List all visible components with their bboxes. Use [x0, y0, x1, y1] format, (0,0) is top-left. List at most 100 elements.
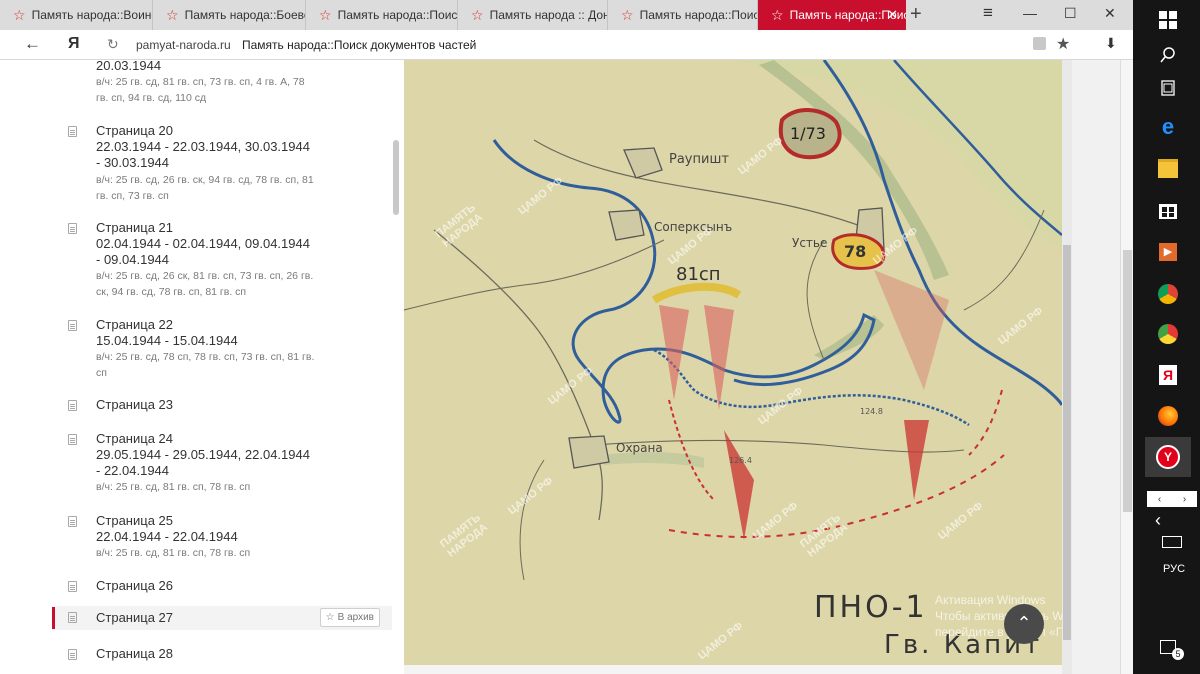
minimize-button[interactable]: —	[1023, 5, 1037, 21]
star-icon: ☆	[325, 612, 335, 623]
language-indicator[interactable]: РУС	[1163, 563, 1185, 575]
list-item[interactable]: Страница 20 22.03.1944 - 22.03.1944, 30.…	[52, 123, 392, 203]
page-title: Страница 20	[96, 123, 173, 138]
map-label-unit-78: 78	[844, 242, 867, 261]
tab-bar: ☆ Память народа::Воинск ☆ Память народа::Б…	[0, 0, 1133, 30]
show-hidden-icons-chevron[interactable]: ‹	[1155, 510, 1161, 531]
close-tab-icon[interactable]: ✕	[887, 7, 898, 23]
main-scrollbar-thumb[interactable]	[1063, 245, 1071, 640]
page-title: Страница 25	[96, 513, 173, 528]
document-icon	[68, 434, 77, 445]
tab-1[interactable]: ☆ Память народа::Воинск	[0, 0, 153, 30]
map-label-raupisht: Раупишт	[669, 152, 729, 167]
taskbar-app-explorer[interactable]	[1145, 148, 1191, 188]
url-domain[interactable]: pamyat-naroda.ru	[136, 38, 231, 52]
keyboard-icon[interactable]	[1162, 536, 1182, 548]
start-button[interactable]	[1145, 0, 1191, 40]
yandex-logo[interactable]: Я	[68, 35, 80, 53]
back-button[interactable]: ←	[24, 34, 41, 54]
document-icon	[68, 612, 77, 623]
map-label-soperksyn: Соперксынъ	[654, 220, 733, 234]
tab-4[interactable]: ☆ Память народа :: Доне	[458, 0, 608, 30]
store-icon	[1159, 204, 1177, 219]
taskbar-app-chromium[interactable]	[1145, 314, 1191, 354]
scroll-to-top-button[interactable]: ⌃	[1004, 604, 1044, 644]
document-icon	[68, 126, 77, 137]
page-title: Страница 28	[96, 646, 173, 661]
page-units: в/ч: 25 гв. сд, 26 гв. ск, 94 гв. сд, 78…	[96, 174, 314, 202]
new-tab-button[interactable]: +	[910, 3, 922, 26]
page-title: Страница 26	[96, 578, 173, 593]
tray-scroll-arrows[interactable]: ‹ ›	[1147, 491, 1197, 507]
list-item-selected[interactable]: Страница 27 ☆ В архив	[52, 606, 392, 630]
taskbar-app-store[interactable]	[1145, 190, 1191, 230]
page-dates: 20.03.1944	[96, 60, 162, 73]
task-view-button[interactable]	[1145, 68, 1191, 108]
list-item[interactable]: Страница 22 15.04.1944 - 15.04.1944 в/ч:…	[52, 317, 392, 381]
windows-logo-icon	[1159, 11, 1177, 29]
page-dates: 22.03.1944 - 22.03.1944, 30.03.1944 - 30…	[96, 139, 310, 170]
chromium-icon	[1158, 324, 1178, 344]
document-page-list: 20.03.1944 в/ч: 25 гв. сд, 81 гв. сп, 73…	[0, 60, 404, 674]
maximize-button[interactable]: ☐	[1064, 5, 1077, 22]
page-units: в/ч: 25 гв. сд, 81 гв. сп, 78 гв. сп	[96, 547, 251, 559]
taskbar-app-firefox[interactable]	[1145, 396, 1191, 436]
map-label-ustye: Устье	[792, 236, 828, 250]
page-dates: 22.04.1944 - 22.04.1944	[96, 529, 238, 544]
document-icon	[68, 516, 77, 527]
taskbar-app-yandex-browser[interactable]: Y	[1145, 437, 1191, 477]
chevron-right-icon[interactable]: ›	[1183, 494, 1186, 505]
taskbar-app-video[interactable]: ▶	[1145, 232, 1191, 272]
star-icon: ☆	[471, 6, 484, 23]
close-window-button[interactable]: ✕	[1104, 5, 1116, 22]
page-title: Страница 24	[96, 431, 173, 446]
document-icon	[68, 581, 77, 592]
list-item[interactable]: Страница 24 29.05.1944 - 29.05.1944, 22.…	[52, 431, 392, 495]
star-icon: ☆	[319, 6, 332, 23]
tab-5[interactable]: ☆ Память народа::Поиск	[608, 0, 758, 30]
map-label-okhrana: Охрана	[616, 441, 663, 455]
task-view-icon	[1161, 80, 1175, 96]
document-icon	[68, 649, 77, 660]
page-bottom-strip	[404, 665, 1062, 674]
search-icon	[1160, 47, 1175, 63]
list-item[interactable]: Страница 21 02.04.1944 - 02.04.1944, 09.…	[52, 220, 392, 300]
add-to-archive-button[interactable]: ☆ В архив	[319, 608, 380, 627]
taskbar-app-edge[interactable]: e	[1145, 107, 1191, 147]
list-item[interactable]: Страница 25 22.04.1944 - 22.04.1944 в/ч:…	[52, 513, 392, 563]
lock-icon[interactable]	[1033, 37, 1046, 50]
selection-indicator	[52, 607, 55, 629]
page-units: в/ч: 25 гв. сд, 81 гв. сп, 78 гв. сп	[96, 481, 251, 493]
map-label-height-1: 124.8	[860, 407, 883, 416]
page-units: в/ч: 25 гв. сд, 78 сп, 78 гв. сп, 73 гв.…	[96, 351, 315, 379]
folder-icon	[1158, 158, 1178, 178]
yandex-browser-icon: Y	[1156, 445, 1180, 469]
document-icon	[68, 400, 77, 411]
tab-3[interactable]: ☆ Память народа::Поиск	[306, 0, 458, 30]
side-panel-scroll-thumb[interactable]	[1123, 250, 1132, 512]
map-label-unit-81: 81сп	[676, 264, 721, 285]
sidebar-scrollbar[interactable]	[393, 140, 399, 215]
list-item[interactable]: 20.03.1944 в/ч: 25 гв. сд, 81 гв. сп, 73…	[52, 60, 392, 108]
page-title: Страница 23	[96, 397, 173, 412]
reload-icon[interactable]: ↻	[107, 36, 119, 53]
tab-2[interactable]: ☆ Память народа::Боевое	[153, 0, 306, 30]
chevron-left-icon[interactable]: ‹	[1158, 494, 1161, 505]
page-title: Страница 27	[96, 610, 173, 625]
map-label-height-2: 126.4	[729, 456, 752, 465]
taskbar-app-yandex[interactable]: Я	[1145, 355, 1191, 395]
map-doc-code: ПНО-1	[814, 590, 928, 625]
taskbar-app-chrome[interactable]	[1145, 274, 1191, 314]
tab-active[interactable]: ☆ Память народа::Поис ✕	[758, 0, 906, 30]
list-item[interactable]: Страница 28	[52, 646, 392, 666]
list-item[interactable]: Страница 26	[52, 578, 392, 598]
page-units: в/ч: 25 гв. сд, 81 гв. сп, 73 гв. сп, 4 …	[96, 76, 305, 104]
menu-icon[interactable]: ≡	[983, 3, 993, 23]
url-page-title[interactable]: Память народа::Поиск документов частей	[242, 38, 476, 52]
archive-map-image[interactable]: Раупишт Соперксынъ Устье Охрана 81сп 78 …	[404, 60, 1062, 665]
document-icon	[68, 320, 77, 331]
bookmark-star-icon[interactable]: ★	[1056, 34, 1070, 54]
list-item[interactable]: Страница 23	[52, 397, 392, 417]
address-bar: ← Я ↻ pamyat-naroda.ru Память народа::По…	[0, 30, 1133, 60]
download-icon[interactable]: ⬇	[1105, 35, 1117, 52]
